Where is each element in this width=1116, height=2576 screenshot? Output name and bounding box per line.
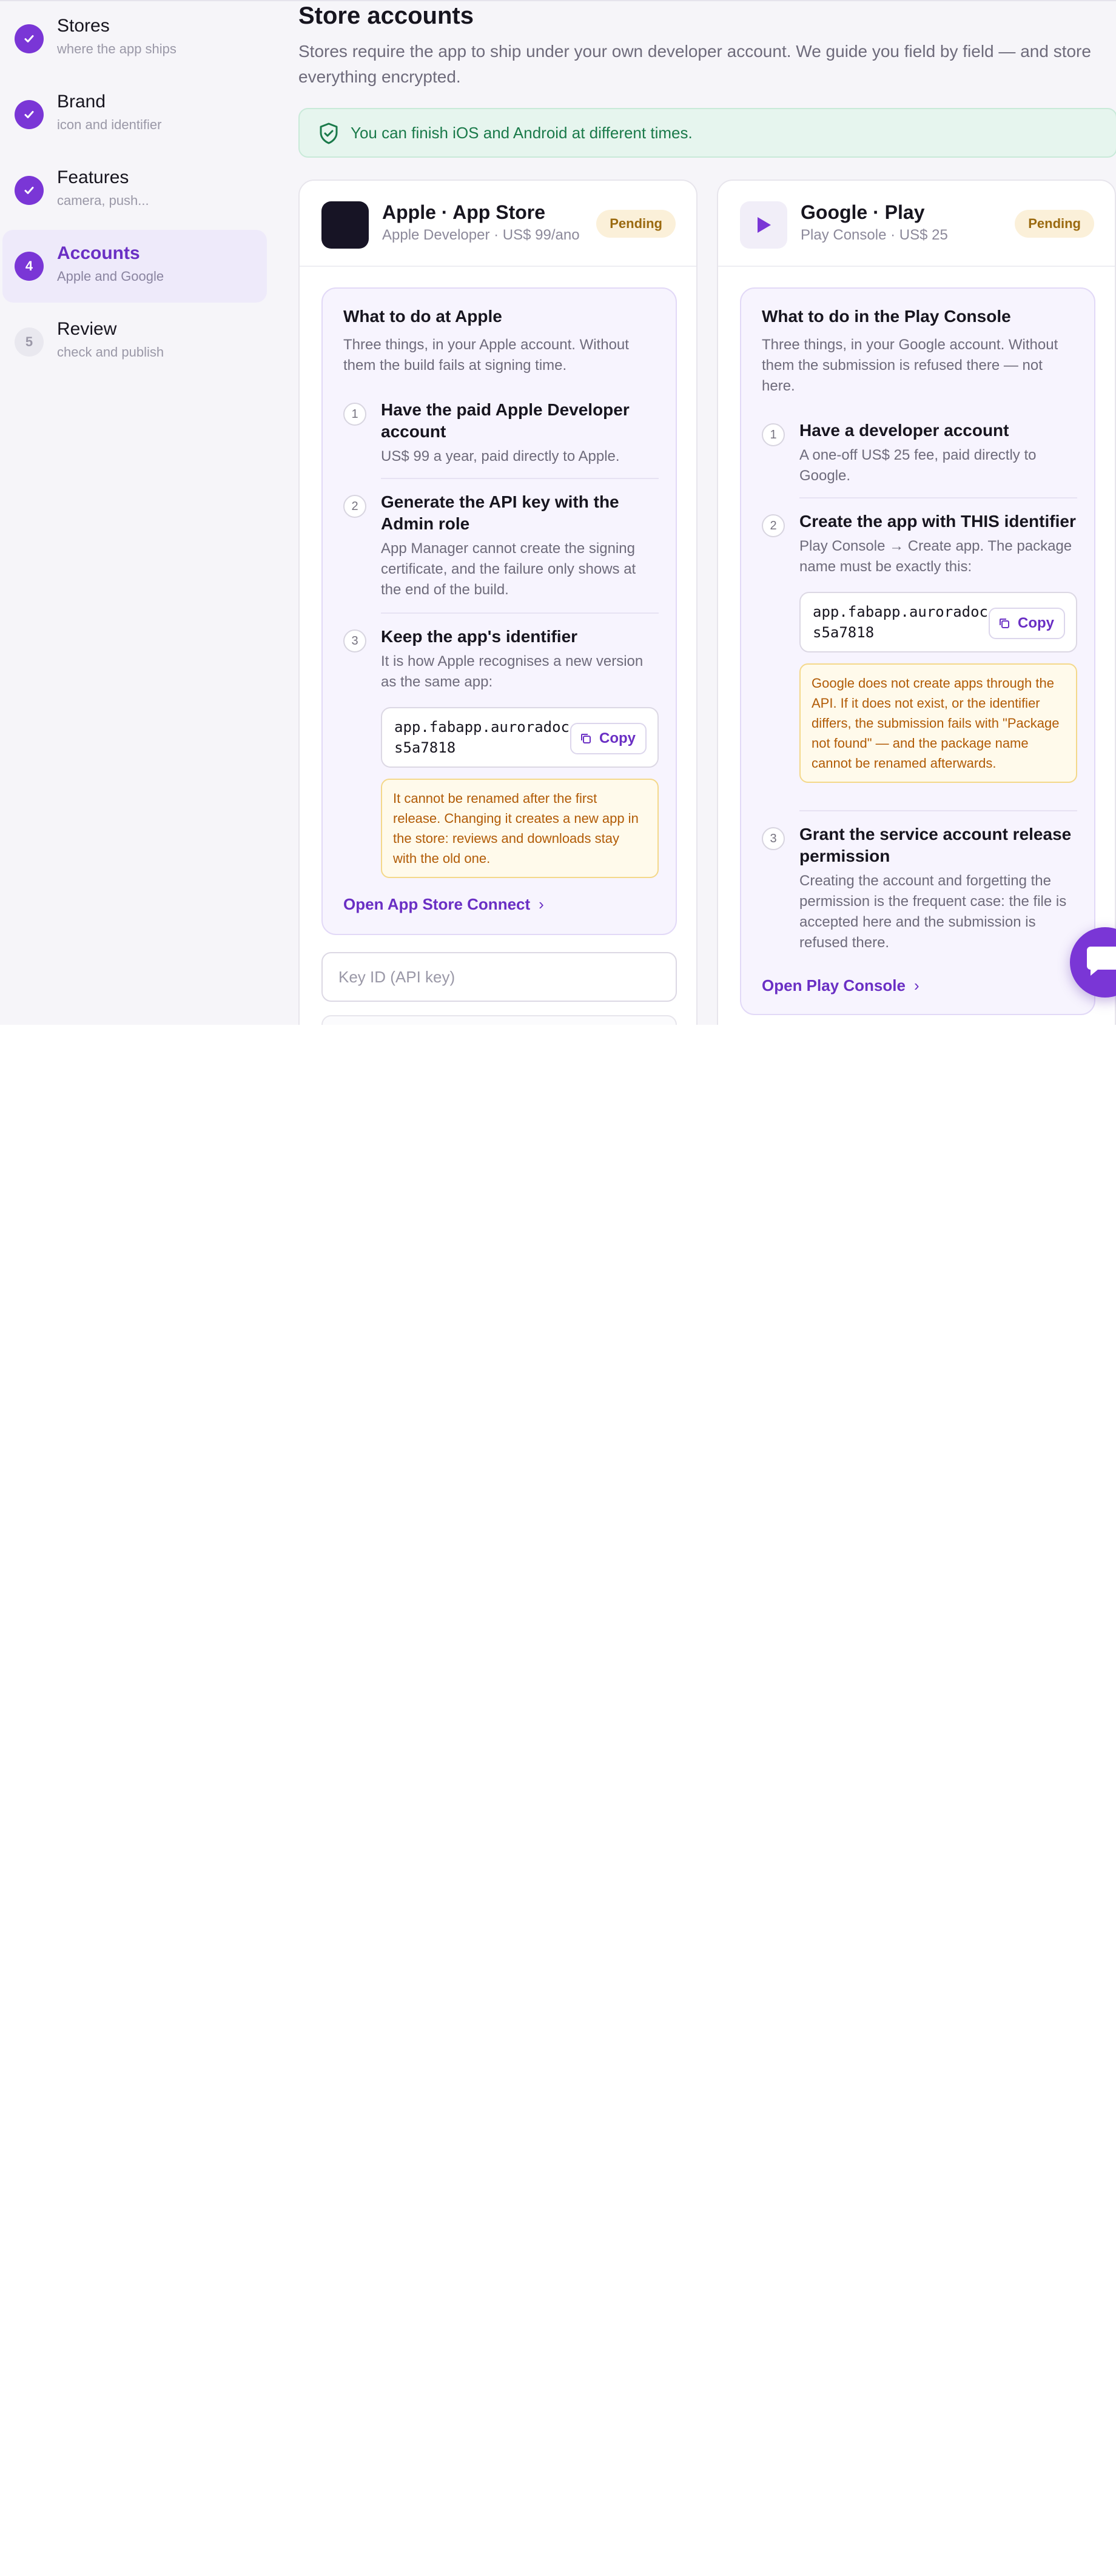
app-identifier: app.fabapp.auroradocs5a7818 xyxy=(394,719,570,756)
item-number: 1 xyxy=(343,403,366,426)
check-icon xyxy=(15,100,44,129)
chat-bubble-icon xyxy=(1087,947,1116,976)
step-subtitle: Apple and Google xyxy=(57,269,164,284)
divider xyxy=(799,810,1077,811)
link-label: Open App Store Connect xyxy=(343,895,531,913)
step-number: 4 xyxy=(15,252,44,281)
key-id-input[interactable]: Key ID (API key) xyxy=(321,952,677,1002)
card-title: Google · Play xyxy=(801,201,925,223)
copy-icon xyxy=(1000,619,1009,628)
play-triangle-icon xyxy=(740,201,787,249)
notice-text: You can finish iOS and Android at differ… xyxy=(351,124,693,142)
card-subtitle: Play Console · US$ 25 xyxy=(801,227,948,243)
item-title: Have a developer account xyxy=(799,421,1009,440)
guide-title: What to do in the Play Console xyxy=(762,307,1011,326)
chevron-right-icon: › xyxy=(539,895,544,913)
item-title: Generate the API key with the Admin role xyxy=(381,492,619,533)
card-header: Google · Play Play Console · US$ 25 Pend… xyxy=(718,181,1115,267)
copy-icon xyxy=(581,734,591,743)
guide-title: What to do at Apple xyxy=(343,307,502,326)
check-icon xyxy=(15,24,44,53)
shield-check-icon xyxy=(320,122,338,144)
item-number: 2 xyxy=(762,514,785,537)
item-title: Keep the app's identifier xyxy=(381,627,578,646)
google-play-card: Google · Play Play Console · US$ 25 Pend… xyxy=(717,179,1116,1025)
item-text: App Manager cannot create the signing ce… xyxy=(381,540,636,598)
warning-box: It cannot be renamed after the first rel… xyxy=(381,779,659,878)
apple-store-card: Apple · App Store Apple Developer · US$ … xyxy=(298,179,698,1025)
copy-button[interactable]: Copy xyxy=(989,608,1065,639)
item-text: US$ 99 a year, paid directly to Apple. xyxy=(381,448,620,465)
step-subtitle: where the app ships xyxy=(57,41,176,56)
step-subtitle: icon and identifier xyxy=(57,117,162,132)
item-text: A one-off US$ 25 fee, paid directly to G… xyxy=(799,447,1037,484)
wizard-sidebar: Stores where the app ships Brand icon an… xyxy=(0,1,285,1025)
guide-description: Three things, in your Google account. Wi… xyxy=(762,337,1058,394)
divider xyxy=(381,478,659,479)
item-number: 3 xyxy=(762,827,785,850)
status-badge: Pending xyxy=(596,210,676,238)
step-subtitle: camera, push... xyxy=(57,193,149,208)
divider xyxy=(799,497,1077,498)
step-number: 5 xyxy=(15,327,44,357)
app-window: Stores where the app ships Brand icon an… xyxy=(0,0,1116,1025)
sidebar-step-brand[interactable]: Brand icon and identifier xyxy=(2,78,267,151)
item-number: 2 xyxy=(343,495,366,518)
sidebar-step-features[interactable]: Features camera, push... xyxy=(2,154,267,227)
item-number: 1 xyxy=(762,423,785,446)
step-title: Accounts xyxy=(57,243,140,263)
item-title: Create the app with THIS identifier xyxy=(799,512,1076,531)
step-title: Review xyxy=(57,319,117,339)
identifier-box: app.fabapp.auroradocs5a7818 Copy xyxy=(381,707,659,768)
app-identifier: app.fabapp.auroradocs5a7818 xyxy=(813,603,988,641)
guide-description: Three things, in your Apple account. Wit… xyxy=(343,337,629,374)
next-field[interactable] xyxy=(321,1015,677,1025)
step-subtitle: check and publish xyxy=(57,344,164,360)
copy-label: Copy xyxy=(1018,615,1054,631)
copy-button[interactable]: Copy xyxy=(570,723,647,754)
apple-guide: What to do at Apple Three things, in you… xyxy=(321,287,677,935)
step-title: Features xyxy=(57,167,129,187)
check-icon xyxy=(15,176,44,205)
card-header: Apple · App Store Apple Developer · US$ … xyxy=(300,181,696,267)
info-notice: You can finish iOS and Android at differ… xyxy=(298,108,1116,158)
key-id-placeholder: Key ID (API key) xyxy=(338,968,455,986)
main-content: Store accounts Stores require the app to… xyxy=(298,1,1116,1025)
item-text: It is how Apple recognises a new version… xyxy=(381,653,644,690)
card-title: Apple · App Store xyxy=(382,201,546,223)
page-description: Stores require the app to ship under you… xyxy=(298,42,1091,86)
copy-label: Copy xyxy=(599,730,636,746)
item-number: 3 xyxy=(343,629,366,652)
item-text: Creating the account and forgetting the … xyxy=(799,873,1067,951)
status-badge: Pending xyxy=(1015,210,1094,238)
item-title: Have the paid Apple Developer account xyxy=(381,400,630,441)
google-guide: What to do in the Play Console Three thi… xyxy=(740,287,1095,1015)
sidebar-step-stores[interactable]: Stores where the app ships xyxy=(2,2,267,75)
warning-box: Google does not create apps through the … xyxy=(799,663,1077,783)
page-title: Store accounts xyxy=(298,2,474,29)
card-subtitle: Apple Developer · US$ 99/ano xyxy=(382,227,580,243)
item-title: Grant the service account release permis… xyxy=(799,825,1072,865)
link-label: Open Play Console xyxy=(762,976,906,995)
apple-logo xyxy=(321,201,369,249)
item-text: Play Console → Create app. The package n… xyxy=(799,538,1072,575)
step-title: Brand xyxy=(57,92,106,112)
divider xyxy=(381,612,659,614)
sidebar-step-review[interactable]: 5 Review check and publish xyxy=(2,306,267,378)
sidebar-step-accounts[interactable]: 4 Accounts Apple and Google xyxy=(2,230,267,303)
step-title: Stores xyxy=(57,16,110,36)
identifier-box: app.fabapp.auroradocs5a7818 Copy xyxy=(799,592,1077,652)
chevron-right-icon: › xyxy=(913,976,919,995)
open-app-store-connect-link[interactable]: Open App Store Connect › xyxy=(343,895,544,914)
open-play-console-link[interactable]: Open Play Console › xyxy=(762,976,919,995)
